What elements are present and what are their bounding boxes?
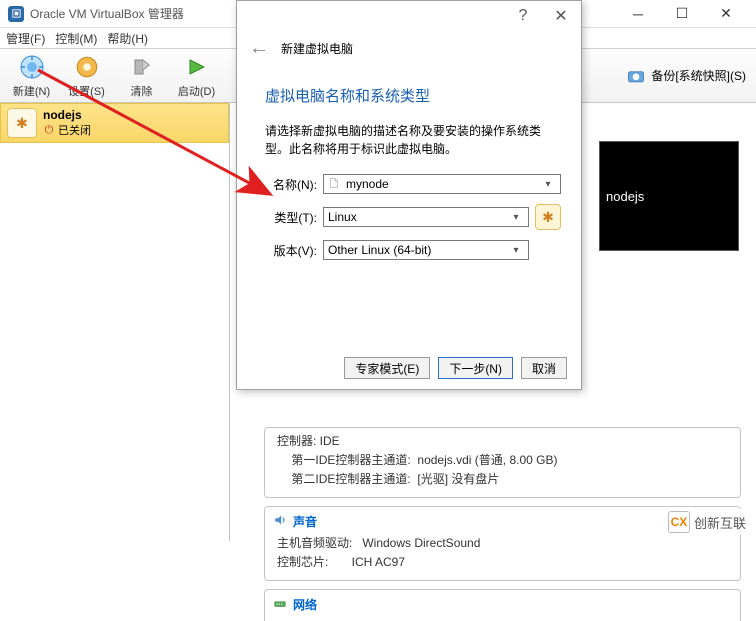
section-description: 请选择新虚拟电脑的描述名称及要安装的操作系统类型。此名称将用于标识此虚拟电脑。 (265, 122, 561, 158)
settings-button[interactable]: 设置(S) (59, 51, 114, 101)
discard-label: 清除 (131, 83, 153, 99)
watermark-text: 创新互联 (694, 513, 746, 532)
menu-manage[interactable]: 管理(F) (6, 30, 45, 47)
snapshot-control[interactable]: 备份[系统快照](S) (625, 65, 746, 87)
new-vm-wizard-dialog: ? ✕ ← 新建虚拟电脑 虚拟电脑名称和系统类型 请选择新虚拟电脑的描述名称及要… (236, 0, 582, 390)
type-label: 类型(T): (265, 209, 317, 226)
cancel-button[interactable]: 取消 (521, 357, 567, 379)
settings-label: 设置(S) (68, 83, 105, 99)
network-group: 网络 (264, 589, 741, 621)
start-label: 启动(D) (178, 83, 215, 99)
type-select[interactable]: Linux ▾ (323, 207, 529, 227)
back-arrow-icon[interactable]: ← (249, 37, 269, 60)
name-input[interactable]: mynode ▾ (323, 174, 561, 194)
chevron-down-icon: ▾ (508, 212, 524, 223)
expert-mode-button[interactable]: 专家模式(E) (344, 357, 430, 379)
next-button[interactable]: 下一步(N) (438, 357, 513, 379)
gear-icon (73, 53, 101, 81)
version-select[interactable]: Other Linux (64-bit) ▾ (323, 240, 529, 260)
minimize-button[interactable]: ─ (616, 0, 660, 28)
menu-control[interactable]: 控制(M) (55, 30, 97, 47)
speaker-icon (273, 513, 287, 530)
vm-list: ✱ nodejs ⏻ 已关闭 (0, 103, 230, 541)
new-vm-button[interactable]: 新建(N) (4, 51, 59, 101)
chevron-down-icon: ▾ (540, 179, 556, 190)
start-icon (183, 53, 211, 81)
storage-group: 控制器: IDE 第一IDE控制器主通道: nodejs.vdi (普通, 8.… (264, 427, 741, 498)
network-icon (273, 596, 287, 613)
snapshot-label: 备份[系统快照](S) (651, 67, 746, 84)
new-label: 新建(N) (13, 83, 50, 99)
vm-state: ⏻ 已关闭 (43, 122, 91, 138)
watermark: CX 创新互联 (664, 509, 750, 535)
watermark-logo-icon: CX (668, 511, 690, 533)
dialog-close-button[interactable]: ✕ (547, 4, 575, 28)
section-title: 虚拟电脑名称和系统类型 (265, 85, 561, 106)
close-button[interactable]: ✕ (704, 0, 748, 28)
vm-os-icon: ✱ (7, 108, 37, 138)
help-button[interactable]: ? (509, 4, 537, 28)
chevron-down-icon: ▾ (508, 245, 524, 256)
file-icon (328, 177, 342, 192)
maximize-button[interactable]: ☐ (660, 0, 704, 28)
discard-button[interactable]: 清除 (114, 51, 169, 101)
name-label: 名称(N): (265, 176, 317, 193)
power-off-icon: ⏻ (43, 124, 55, 136)
new-icon (18, 53, 46, 81)
camera-icon (625, 65, 647, 87)
menu-help[interactable]: 帮助(H) (107, 30, 148, 47)
vm-name: nodejs (43, 108, 91, 122)
wizard-breadcrumb: 新建虚拟电脑 (281, 40, 353, 57)
vm-item-nodejs[interactable]: ✱ nodejs ⏻ 已关闭 (0, 103, 229, 143)
os-mascot-icon: ✱ (535, 204, 561, 230)
version-label: 版本(V): (265, 242, 317, 259)
discard-icon (128, 53, 156, 81)
app-icon (8, 6, 24, 22)
preview-thumbnail[interactable]: nodejs (599, 141, 739, 251)
start-button[interactable]: 启动(D) (169, 51, 224, 101)
